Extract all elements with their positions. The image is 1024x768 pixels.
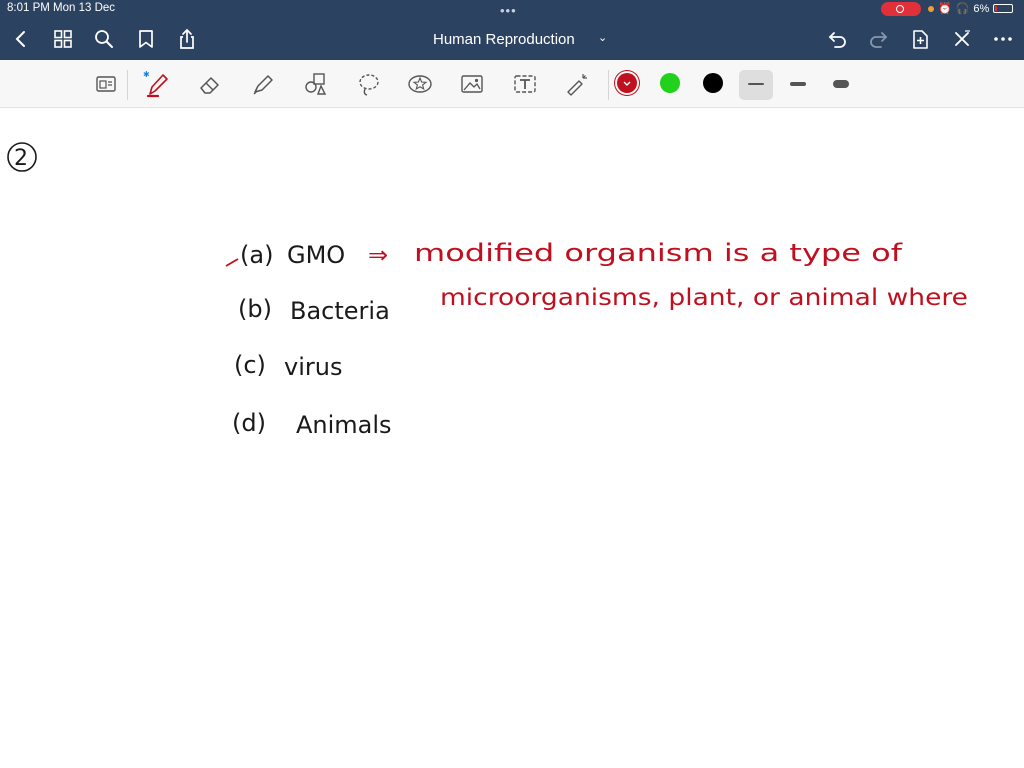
screen-recording-indicator[interactable] (881, 2, 921, 16)
mic-indicator-icon (928, 5, 934, 12)
back-icon[interactable] (10, 28, 32, 50)
toolbar-divider (608, 70, 609, 100)
multitasking-dots[interactable]: ••• (500, 3, 517, 18)
option-d-text: Animals (296, 411, 392, 439)
image-icon[interactable] (458, 70, 486, 98)
option-a-text: GMO (287, 241, 345, 269)
stroke-medium-option[interactable] (781, 70, 815, 100)
chevron-down-icon[interactable]: ⌄ (598, 31, 607, 44)
stroke-medium-line (790, 82, 806, 86)
question-number-text: 2 (14, 146, 28, 171)
stickers-icon[interactable] (406, 70, 434, 98)
page-thumbnail-icon[interactable] (92, 70, 120, 98)
shapes-icon[interactable] (302, 70, 330, 98)
stroke-thick-line (833, 80, 849, 88)
status-icons: ⏰ 🎧 6% (928, 2, 1014, 15)
alarm-icon: ⏰ (938, 3, 952, 15)
toolbar-divider (127, 70, 128, 100)
note-canvas[interactable]: 2 (a) GMO (b) Bacteria (c) virus (d) Ani… (0, 107, 1024, 768)
eraser-icon[interactable] (196, 70, 224, 98)
bookmark-icon[interactable] (135, 28, 157, 50)
drawing-toolbar: ✱ (0, 60, 1024, 108)
text-tool-icon[interactable] (511, 70, 539, 98)
svg-text:✱: ✱ (143, 70, 150, 79)
headphones-icon: 🎧 (955, 3, 970, 15)
search-icon[interactable] (93, 28, 115, 50)
battery-percent: 6% (973, 2, 990, 15)
more-options-icon[interactable] (992, 28, 1014, 50)
undo-icon[interactable] (826, 28, 848, 50)
color-swatch-red[interactable] (617, 73, 637, 93)
pen-icon[interactable]: ✱ (143, 70, 171, 98)
document-title[interactable]: Human Reproduction (433, 31, 575, 48)
status-time: 8:01 PM Mon 13 Dec (7, 2, 116, 14)
color-swatch-black[interactable] (703, 73, 723, 93)
option-d-label: (d) (232, 409, 266, 437)
stroke-thick-option[interactable] (824, 70, 858, 100)
answer-line-1: modified organism is a type of (414, 239, 903, 267)
question-number: 2 (7, 142, 37, 172)
option-b-label: (b) (238, 295, 272, 323)
option-b-text: Bacteria (290, 297, 390, 325)
redo-icon[interactable] (868, 28, 890, 50)
add-page-icon[interactable] (909, 28, 931, 50)
handwriting-layer: 2 (a) GMO (b) Bacteria (c) virus (d) Ani… (7, 142, 968, 439)
option-c-label: (c) (234, 351, 266, 379)
battery-icon (993, 4, 1014, 13)
color-swatch-green[interactable] (660, 73, 680, 93)
grid-view-icon[interactable] (52, 28, 74, 50)
stroke-thin-line (748, 83, 764, 85)
answer-arrow: ⇒ (368, 241, 388, 269)
close-tools-icon[interactable] (951, 28, 973, 50)
option-c-text: virus (284, 353, 342, 381)
top-bar: 8:01 PM Mon 13 Dec ••• ⏰ 🎧 6% Human Repr… (0, 0, 1024, 60)
lasso-icon[interactable] (355, 70, 383, 98)
answer-line-2: microorganisms, plant, or animal where (440, 285, 968, 311)
highlighter-icon[interactable] (249, 70, 277, 98)
answer-tick-mark (225, 258, 239, 267)
laser-pointer-icon[interactable] (563, 70, 591, 98)
stroke-thin-option[interactable] (739, 70, 773, 100)
option-a-label: (a) (240, 241, 273, 269)
chevron-down-icon (623, 81, 631, 86)
share-icon[interactable] (176, 28, 198, 50)
